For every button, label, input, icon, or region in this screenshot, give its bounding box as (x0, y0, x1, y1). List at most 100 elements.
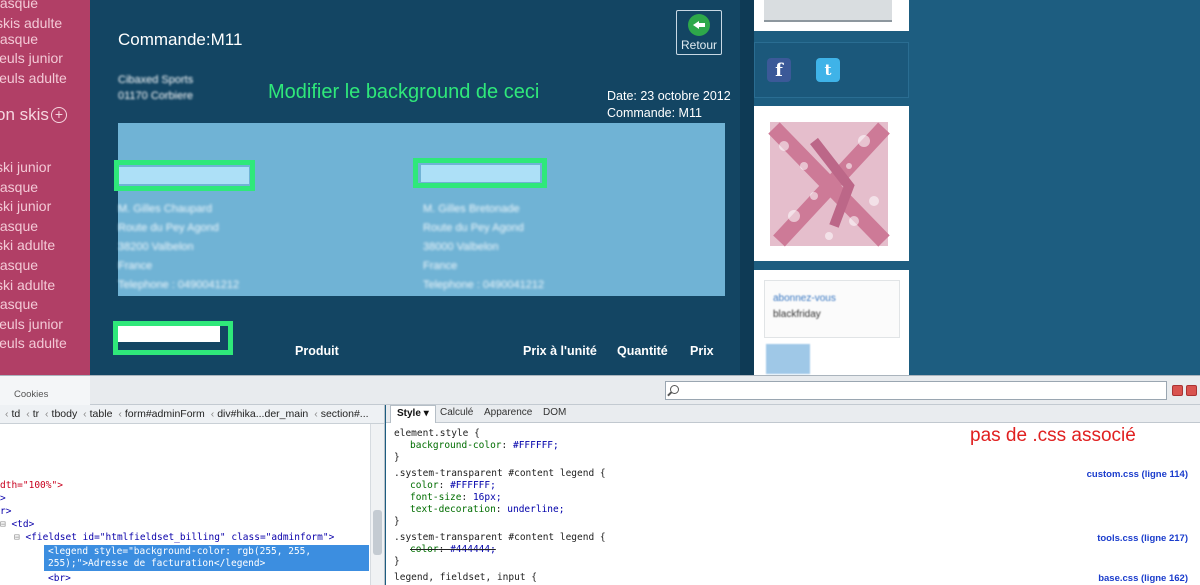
css-declaration[interactable]: font-size: 16px; (410, 492, 502, 503)
css-property: color (410, 480, 439, 491)
breadcrumb-item[interactable]: td (12, 408, 21, 420)
css-source-link[interactable]: tools.css (ligne 217) (1097, 533, 1188, 544)
sidebar-item[interactable]: tasque (0, 31, 38, 47)
tab-computed[interactable]: Calculé (440, 407, 473, 418)
sidebar-item[interactable]: tasque (0, 179, 38, 195)
tab-cookies-label: Cookies (14, 389, 49, 400)
ad-thumbnail (766, 344, 810, 374)
html-pane-scrollbar[interactable] (370, 424, 384, 585)
breadcrumb-item[interactable]: section#... (321, 408, 369, 420)
sidebar-item[interactable]: ski junior (0, 159, 51, 175)
code-line[interactable]: <br> (48, 573, 71, 584)
sidebar-item[interactable]: tasque (0, 257, 38, 273)
code-line[interactable]: dth="100%"> (0, 480, 63, 491)
annotation-no-css: pas de .css associé (970, 425, 1136, 446)
code-line[interactable]: ⊟ <fieldset id="htmlfieldset_billing" cl… (14, 532, 334, 543)
tab-layout[interactable]: Apparence (484, 407, 532, 418)
code-text: <td> (11, 519, 35, 530)
css-value: #FFFFFF; (450, 480, 496, 491)
breadcrumb-item[interactable]: tr (33, 408, 39, 420)
code-line[interactable]: > (0, 493, 6, 504)
sidebar-item[interactable]: ieuls adulte (0, 70, 67, 86)
css-selector[interactable]: legend, fieldset, input { (394, 572, 537, 583)
breadcrumb-item[interactable]: div#hika...der_main (217, 408, 308, 420)
annotation-modify-background: Modifier le background de ceci (268, 81, 540, 103)
css-close-brace: } (394, 556, 400, 567)
sidebar-item[interactable]: tasque (0, 0, 38, 11)
sidebar-item[interactable]: ski adulte (0, 277, 55, 293)
tab-cookies[interactable]: Cookies (0, 376, 90, 405)
css-source-link[interactable]: base.css (ligne 162) (1098, 573, 1188, 584)
products-legend (118, 326, 220, 342)
breadcrumb: ‹ td ‹ tr ‹ tbody ‹ table ‹ form#adminForm ‹ d… (0, 405, 384, 424)
devtools-search-input[interactable] (665, 381, 1167, 400)
css-source-link[interactable]: custom.css (ligne 114) (1087, 469, 1188, 480)
sidebar-heading[interactable]: on skis + (0, 105, 67, 125)
shipping-address-line: France (423, 260, 458, 272)
expand-plus-icon[interactable]: + (50, 107, 67, 123)
sidebar-item[interactable]: tasque (0, 218, 38, 234)
dropdown-arrow-icon: ▾ (423, 408, 429, 419)
shipping-address-line: 38000 Valbelon (423, 241, 499, 253)
social-links: f t (754, 42, 909, 98)
tab-style[interactable]: Style ▾ (390, 405, 436, 423)
order-panel: Commande:M11 Retour Cibaxed Sports 01170… (90, 0, 754, 375)
breadcrumb-item[interactable]: table (90, 408, 113, 420)
sidebar-item[interactable]: ieuls adulte (0, 335, 67, 351)
sidebar-item[interactable]: ieuls junior (0, 50, 63, 66)
css-declaration[interactable]: background-color: #FFFFFF; (410, 440, 559, 451)
collapse-toggle-icon[interactable]: ⊟ (0, 519, 11, 530)
sidebar-item[interactable]: ski junior (0, 198, 51, 214)
code-text: dth="100%"> (0, 480, 63, 491)
css-value: #444444; (450, 544, 496, 555)
close-icon[interactable] (1186, 385, 1197, 396)
tab-dom[interactable]: DOM (543, 407, 566, 418)
order-date: Date: 23 octobre 2012 (607, 89, 731, 103)
code-line[interactable]: ⊟ <td> (0, 519, 34, 530)
code-text: <fieldset id="htmlfieldset_billing" clas… (25, 532, 335, 543)
selected-node-text: 255);">Adresse de facturation</legend> (48, 558, 266, 569)
shipping-address-line: M. Gilles Bretonade (423, 203, 520, 215)
css-declaration-overridden[interactable]: color: #444444; (410, 544, 496, 555)
back-button[interactable]: Retour (676, 10, 722, 55)
sidebar-item[interactable]: skis adulte (0, 15, 62, 31)
css-declaration[interactable]: text-decoration: underline; (410, 504, 564, 515)
order-title: Commande:M11 (118, 30, 243, 49)
product-image-card[interactable] (754, 106, 909, 261)
twitter-icon[interactable]: t (816, 58, 840, 82)
shop-name: Cibaxed Sports (118, 74, 194, 86)
ad-line: blackfriday (773, 309, 821, 320)
column-header-product: Produit (295, 344, 339, 358)
billing-address-line: Telephone : 0490041212 (118, 279, 240, 291)
shipping-legend (421, 165, 540, 182)
breadcrumb-item[interactable]: tbody (52, 408, 78, 420)
devtools-toolbar: Cookies (0, 375, 1200, 405)
column-header-quantity: Quantité (617, 344, 668, 358)
snow-photo-card[interactable] (754, 0, 909, 31)
minimize-icon[interactable] (1172, 385, 1183, 396)
code-line[interactable]: r> (0, 506, 11, 517)
billing-address-line: Route du Pey Agond (118, 222, 219, 234)
css-close-brace: } (394, 452, 400, 463)
css-property: color (410, 544, 439, 555)
collapse-toggle-icon[interactable]: ⊟ (14, 532, 25, 543)
css-selector[interactable]: .system-transparent #content legend { (394, 532, 606, 543)
sidebar-item[interactable]: tasque (0, 296, 38, 312)
sidebar-item[interactable]: ieuls junior (0, 316, 63, 332)
ad-card[interactable]: abonnez-vous blackfriday (754, 270, 909, 375)
facebook-icon[interactable]: f (767, 58, 791, 82)
css-selector[interactable]: .system-transparent #content legend { (394, 468, 606, 479)
sidebar-item[interactable]: ski adulte (0, 237, 55, 253)
css-declaration[interactable]: color: #FFFFFF; (410, 480, 496, 491)
scrollbar-thumb[interactable] (373, 510, 382, 555)
billing-address-line: France (118, 260, 153, 272)
selected-node[interactable]: <legend style="background-color: rgb(255… (44, 545, 369, 571)
billing-legend (119, 167, 249, 184)
breadcrumb-item[interactable]: form#adminForm (125, 408, 205, 420)
css-property: text-decoration (410, 504, 496, 515)
category-sidebar: tasque skis adulte tasque ieuls junior i… (0, 0, 90, 375)
css-property: font-size (410, 492, 462, 503)
css-close-brace: } (394, 516, 400, 527)
back-arrow-icon (688, 14, 710, 36)
css-selector[interactable]: element.style { (394, 428, 480, 439)
